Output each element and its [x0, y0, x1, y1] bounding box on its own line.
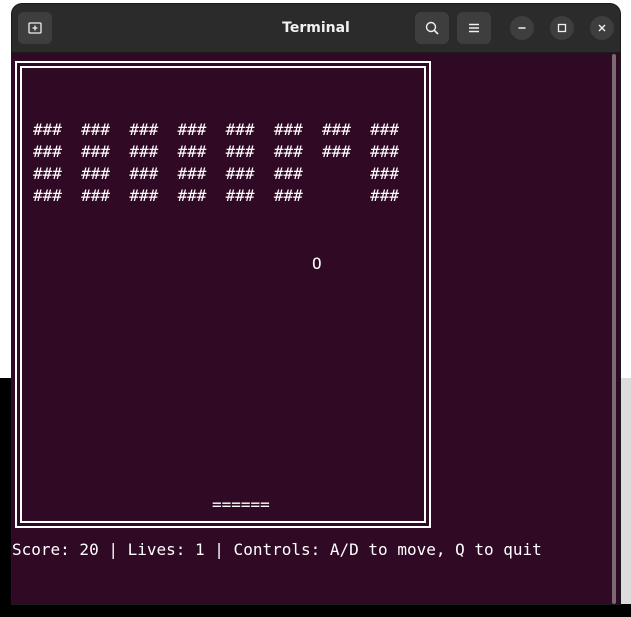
- ball: O: [312, 254, 322, 273]
- brick-row: ### ### ### ### ### ### ###: [33, 186, 400, 205]
- desktop-background-right: [620, 378, 631, 604]
- maximize-button[interactable]: [550, 16, 574, 40]
- close-icon: [598, 24, 606, 32]
- scrollbar-thumb[interactable]: [612, 54, 616, 604]
- title-bar: Terminal: [12, 4, 620, 53]
- terminal-window: Terminal ### ### ### ### ### ### ### ###…: [12, 4, 620, 604]
- close-button[interactable]: [590, 16, 614, 40]
- new-tab-button[interactable]: [18, 12, 52, 44]
- scrollbar[interactable]: [612, 54, 618, 604]
- status-line: Score: 20 | Lives: 1 | Controls: A/D to …: [12, 540, 542, 559]
- new-tab-icon: [28, 22, 42, 34]
- brick-row: ### ### ### ### ### ### ### ###: [33, 142, 400, 161]
- hamburger-menu-icon: [469, 23, 479, 33]
- paddle: ======: [212, 495, 270, 514]
- brick-row: ### ### ### ### ### ### ### ###: [33, 120, 400, 139]
- minimize-button[interactable]: [510, 16, 534, 40]
- minimize-icon: [518, 27, 526, 29]
- desktop-background-bottom: [0, 604, 631, 617]
- menu-button[interactable]: [457, 12, 491, 44]
- brick-row: ### ### ### ### ### ### ###: [33, 164, 400, 183]
- desktop-background: [0, 378, 12, 617]
- terminal-output[interactable]: ### ### ### ### ### ### ### ### ### ### …: [12, 53, 612, 604]
- search-button[interactable]: [415, 12, 449, 44]
- search-icon: [425, 21, 439, 35]
- maximize-icon: [557, 23, 567, 33]
